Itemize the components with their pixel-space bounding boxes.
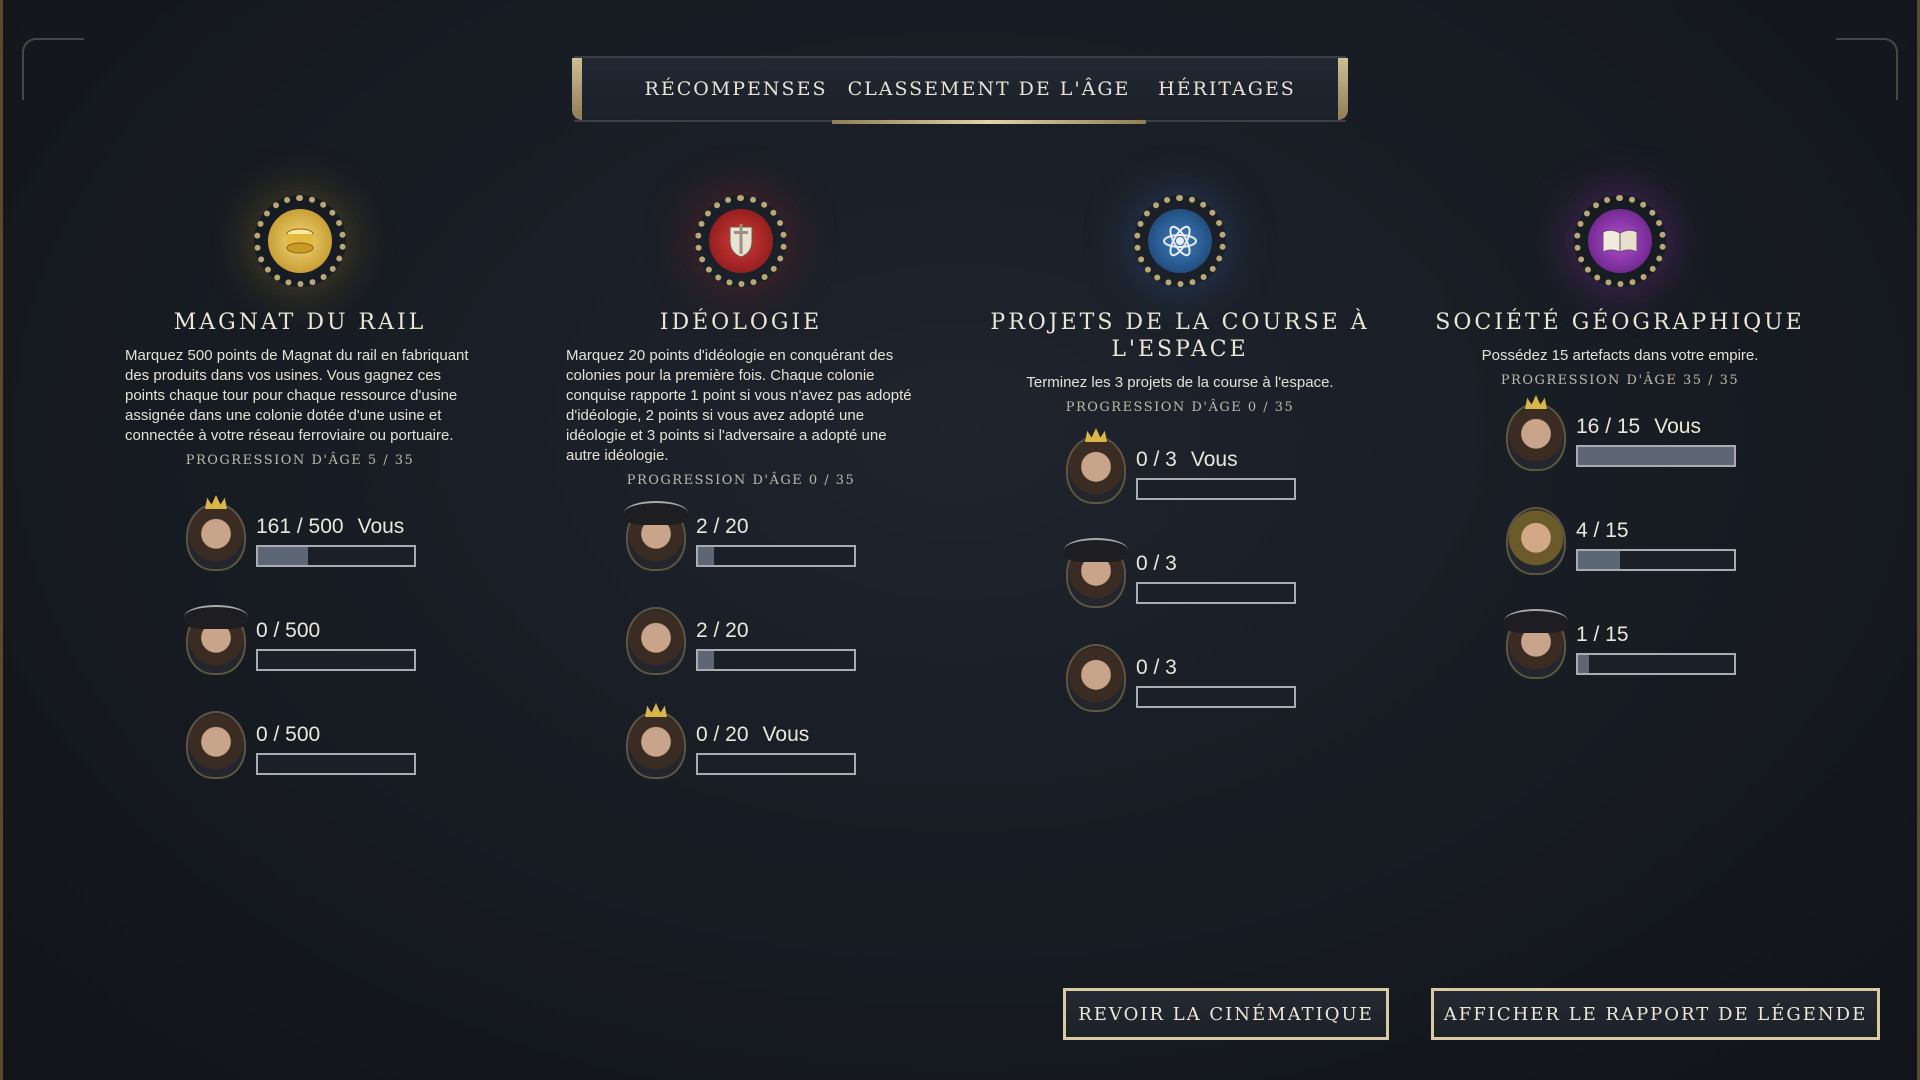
progress-bar xyxy=(1136,582,1296,604)
column-title: PROJETS DE LA COURSE À L'ESPACE xyxy=(990,310,1370,362)
leader-portrait xyxy=(626,711,686,779)
leader-portrait xyxy=(1506,403,1566,471)
progress-bar xyxy=(256,649,416,671)
progress-bar xyxy=(1576,445,1736,467)
tab-bar-cap-right xyxy=(1338,58,1348,120)
age-progress-label: PROGRESSION D'ÂGE 35 / 35 xyxy=(1500,373,1740,388)
leader-score: 0 / 500 xyxy=(256,723,321,746)
leaderboard-row: 0 / 3 xyxy=(1066,644,1326,724)
leaderboard-row: 0 / 500 xyxy=(184,605,446,687)
leader-portrait xyxy=(1504,609,1568,679)
tab-bar: RÉCOMPENSES CLASSEMENT DE L'ÂGE HÉRITAGE… xyxy=(572,56,1348,124)
leaderboard-row: 0 / 20 Vous xyxy=(626,711,886,791)
column-geographic-society: SOCIÉTÉ GÉOGRAPHIQUE Possédez 15 artefac… xyxy=(1410,195,1830,388)
leader-score: 2 / 20 xyxy=(696,619,749,642)
column-description: Marquez 20 points d'idéologie en conquér… xyxy=(566,347,912,464)
leader-score: 1 / 15 xyxy=(1576,623,1629,646)
leader-score: 0 / 3 xyxy=(1136,552,1177,575)
column-ideology: IDÉOLOGIE Marquez 20 points d'idéologie … xyxy=(531,195,951,488)
leaderboard-row: 1 / 15 xyxy=(1504,609,1766,691)
leader-score: 0 / 500 xyxy=(256,619,321,642)
age-progress-label: PROGRESSION D'ÂGE 0 / 35 xyxy=(1065,400,1295,415)
leader-portrait xyxy=(1064,538,1128,608)
progress-bar xyxy=(256,545,416,567)
leader-score: 0 / 3 Vous xyxy=(1136,448,1238,471)
leader-portrait xyxy=(1506,507,1566,575)
leaderboard-row: 2 / 20 xyxy=(624,501,886,583)
leaderboard-row: 0 / 500 xyxy=(186,711,446,791)
tab-age-ranking[interactable]: CLASSEMENT DE L'ÂGE xyxy=(832,58,1146,124)
leaderboard-row: 0 / 3 xyxy=(1064,538,1326,620)
atom-icon xyxy=(1134,195,1226,287)
tab-rewards[interactable]: RÉCOMPENSES xyxy=(636,58,836,120)
column-rail-tycoon: MAGNAT DU RAIL Marquez 500 points de Mag… xyxy=(90,195,510,468)
leader-portrait xyxy=(1066,436,1126,504)
tab-bar-cap-left xyxy=(572,58,582,120)
progress-bar xyxy=(1136,478,1296,500)
progress-bar xyxy=(696,649,856,671)
leader-portrait xyxy=(186,711,246,779)
left-frame-edge xyxy=(0,0,3,1080)
corner-ornament-top-left xyxy=(22,38,84,100)
replay-cinematic-button[interactable]: REVOIR LA CINÉMATIQUE xyxy=(1063,988,1389,1040)
column-space-race: PROJETS DE LA COURSE À L'ESPACE Terminez… xyxy=(970,195,1390,415)
leader-score: 4 / 15 xyxy=(1576,519,1629,542)
leaderboard-row: 4 / 15 xyxy=(1506,507,1766,587)
progress-bar xyxy=(1136,686,1296,708)
age-progress-label: PROGRESSION D'ÂGE 0 / 35 xyxy=(626,473,856,488)
leaderboard-row: 2 / 20 xyxy=(626,607,886,687)
column-description: Possédez 15 artefacts dans votre empire. xyxy=(1481,347,1759,364)
leader-score: 16 / 15 Vous xyxy=(1576,415,1701,438)
sword-shield-icon xyxy=(695,195,787,287)
corner-ornament-top-right xyxy=(1836,38,1898,100)
leader-portrait xyxy=(624,501,688,571)
leader-portrait xyxy=(186,503,246,571)
progress-bar xyxy=(256,753,416,775)
leader-score: 0 / 20 Vous xyxy=(696,723,810,746)
column-title: MAGNAT DU RAIL xyxy=(173,310,427,335)
leader-score: 0 / 3 xyxy=(1136,656,1177,679)
show-legend-report-button[interactable]: AFFICHER LE RAPPORT DE LÉGENDE xyxy=(1431,988,1880,1040)
progress-bar xyxy=(1576,549,1736,571)
column-description: Marquez 500 points de Magnat du rail en … xyxy=(125,347,469,444)
leader-score: 161 / 500 Vous xyxy=(256,515,405,538)
leader-portrait xyxy=(184,605,248,675)
progress-bar xyxy=(696,545,856,567)
progress-bar xyxy=(1576,653,1736,675)
age-progress-label: PROGRESSION D'ÂGE 5 / 35 xyxy=(185,453,415,468)
tab-legacies[interactable]: HÉRITAGES xyxy=(1142,58,1312,120)
leader-portrait xyxy=(1066,644,1126,712)
progress-bar xyxy=(696,753,856,775)
column-title: IDÉOLOGIE xyxy=(659,310,823,335)
open-book-icon xyxy=(1574,195,1666,287)
leaderboard-row: 161 / 500 Vous xyxy=(186,503,446,583)
column-title: SOCIÉTÉ GÉOGRAPHIQUE xyxy=(1435,310,1805,335)
column-description: Terminez les 3 projets de la course à l'… xyxy=(1026,374,1334,391)
gold-coins-icon xyxy=(254,195,346,287)
leader-score: 2 / 20 xyxy=(696,515,749,538)
leaderboard-row: 0 / 3 Vous xyxy=(1066,436,1326,516)
leader-portrait xyxy=(626,607,686,675)
leaderboard-row: 16 / 15 Vous xyxy=(1506,403,1766,483)
